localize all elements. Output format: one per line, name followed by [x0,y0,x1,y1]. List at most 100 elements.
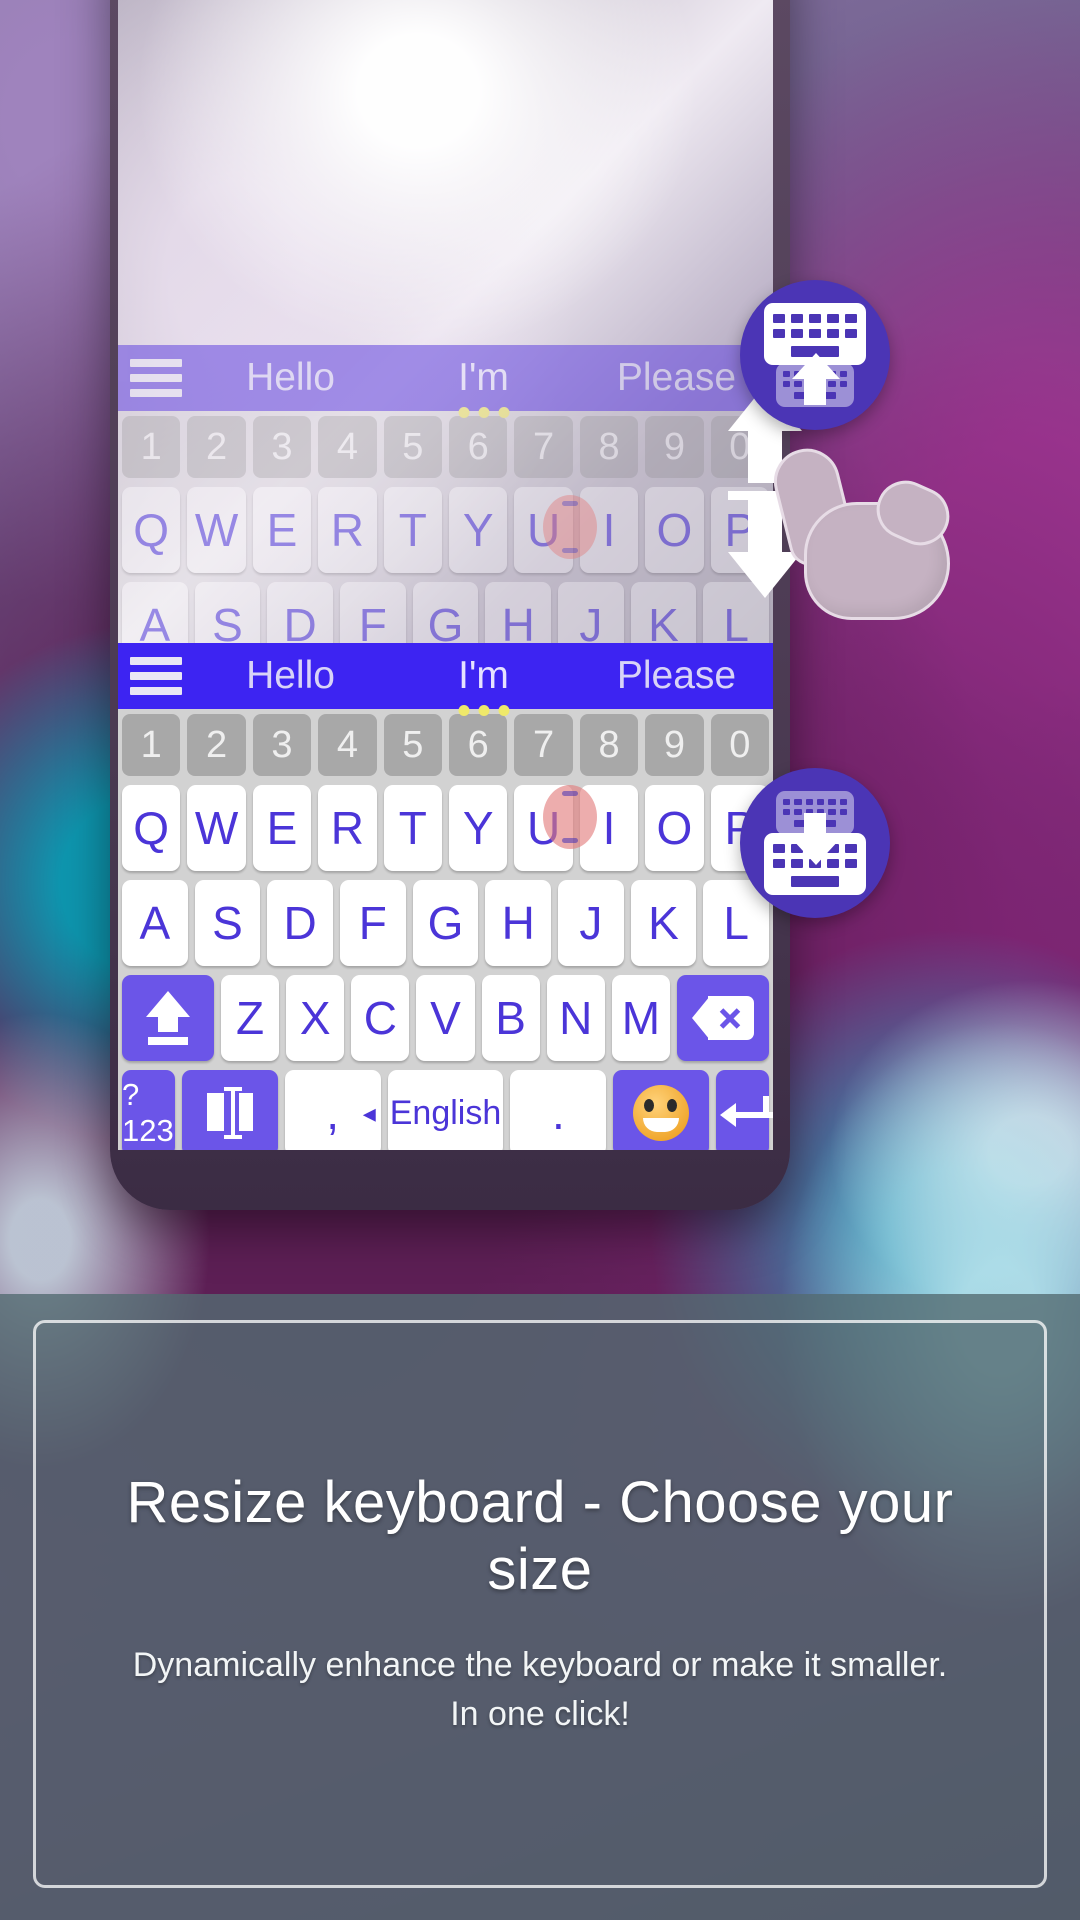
key-grid: 1234567890 QWERTYUIOP ASDFGHJKL ZXCVBNM … [118,709,773,1150]
key-k[interactable]: K [630,880,697,966]
key-4[interactable]: 4 [318,714,377,776]
caption-subtitle-line-1: Dynamically enhance the keyboard or make… [132,1645,948,1684]
caption-box: Resize keyboard - Choose your size Dynam… [33,1320,1047,1888]
key-m[interactable]: M [611,975,670,1061]
key-7[interactable]: 7 [514,416,573,478]
arrow-up-glyph [792,353,840,405]
key-v[interactable]: V [416,975,475,1061]
arrow-down-glyph [792,813,840,865]
enter-key[interactable] [716,1070,773,1150]
suggestion-item-im[interactable]: I'm [387,654,580,716]
key-q[interactable]: Q [121,785,181,871]
key-3[interactable]: 3 [252,714,312,776]
key-6[interactable]: 6 [449,714,508,776]
key-t[interactable]: T [383,785,442,871]
key-a[interactable]: A [121,880,188,966]
hamburger-menu-icon[interactable] [118,657,194,695]
key-q[interactable]: Q [121,487,181,573]
more-dots-icon[interactable] [458,705,509,716]
more-dots-icon [458,407,509,418]
caption-subtitle-line-2: In one click! [450,1695,630,1733]
number-row: 1234567890 [121,714,770,776]
key-e[interactable]: E [252,785,312,871]
suggestion-item[interactable]: I'm [387,356,580,418]
hamburger-menu-icon[interactable] [118,359,194,397]
symbols-key[interactable]: ?123 [122,1070,175,1150]
key-c[interactable]: C [351,975,410,1061]
number-row-ghost: 1234567890 [121,416,770,478]
backspace-icon [692,996,754,1040]
key-e[interactable]: E [252,487,312,573]
key-9[interactable]: 9 [645,714,704,776]
key-1[interactable]: 1 [121,416,181,478]
phone-screen: Hello I'm Please 1234567890 QWERTYUIOP A… [118,0,773,1150]
suggestion-label: I'm [458,356,509,399]
keyboard-main: Hello I'm Please 1234567890 QWERTYUIOP A… [118,643,773,1150]
key-8[interactable]: 8 [579,714,639,776]
enlarge-keyboard-button[interactable] [740,280,890,430]
key-y[interactable]: Y [449,487,508,573]
key-z[interactable]: Z [221,975,280,1061]
emoji-key[interactable] [613,1070,710,1150]
caption-title: Resize keyboard - Choose your size [126,1469,954,1602]
key-2[interactable]: 2 [187,416,246,478]
key-6[interactable]: 6 [449,416,508,478]
function-row: ?123 , ◂ English ▸ . [122,1070,773,1150]
keyboard-up-arrow-icon [764,303,866,407]
shift-icon [143,991,193,1045]
key-o[interactable]: O [645,785,704,871]
key-o[interactable]: O [645,487,704,573]
letter-keys-bottom: ZXCVBNM [221,975,670,1061]
shrink-keyboard-button[interactable] [740,768,890,918]
key-1[interactable]: 1 [121,714,181,776]
letter-row-home: ASDFGHJKL [121,880,770,966]
cursor-control-icon [206,1087,253,1139]
shift-key[interactable] [122,975,214,1061]
keyboard-preview-ghost: Hello I'm Please 1234567890 QWERTYUIOP A… [118,345,773,675]
letter-row-top: QWERTYUIOP [121,785,770,871]
key-5[interactable]: 5 [383,416,442,478]
caption-banner: Resize keyboard - Choose your size Dynam… [0,1294,1080,1920]
key-r[interactable]: R [318,785,377,871]
key-x[interactable]: X [286,975,345,1061]
key-5[interactable]: 5 [383,714,442,776]
space-key[interactable]: ◂ English ▸ [363,1070,528,1150]
key-g[interactable]: G [412,880,479,966]
cursor-control-key[interactable] [181,1070,278,1150]
key-h[interactable]: H [485,880,552,966]
key-grid-ghost: 1234567890 QWERTYUIOP ASDFGHJKL [118,411,773,675]
key-9[interactable]: 9 [645,416,704,478]
letter-row-bottom: ZXCVBNM [122,975,769,1061]
key-t[interactable]: T [383,487,442,573]
space-key-label: English [389,1093,502,1132]
key-b[interactable]: B [481,975,540,1061]
key-y[interactable]: Y [449,785,508,871]
suggestions-list-ghost: Hello I'm Please [194,356,773,418]
key-2[interactable]: 2 [187,714,246,776]
backspace-key[interactable] [677,975,769,1061]
suggestions-list: Hello I'm Please [194,654,773,716]
key-f[interactable]: F [340,880,406,966]
key-8[interactable]: 8 [579,416,639,478]
key-d[interactable]: D [267,880,333,966]
key-w[interactable]: W [187,487,246,573]
key-0[interactable]: 0 [710,714,770,776]
touch-indicator [543,495,597,559]
key-w[interactable]: W [187,785,246,871]
hand-pointer-icon [766,440,959,620]
key-7[interactable]: 7 [514,714,573,776]
key-j[interactable]: J [558,880,624,966]
touch-indicator [543,785,597,849]
suggestion-item-hello[interactable]: Hello [194,654,387,698]
prev-language-arrow-icon[interactable]: ◂ [363,1098,376,1129]
key-r[interactable]: R [318,487,377,573]
key-3[interactable]: 3 [252,416,312,478]
period-key[interactable]: . [510,1070,607,1150]
key-s[interactable]: S [194,880,261,966]
suggestion-bar-ghost: Hello I'm Please [118,345,773,418]
letter-row-top-ghost: QWERTYUIOP [121,487,770,573]
emoji-smiley-icon [633,1085,690,1141]
suggestion-item[interactable]: Hello [194,356,387,400]
key-n[interactable]: N [546,975,605,1061]
key-4[interactable]: 4 [318,416,377,478]
